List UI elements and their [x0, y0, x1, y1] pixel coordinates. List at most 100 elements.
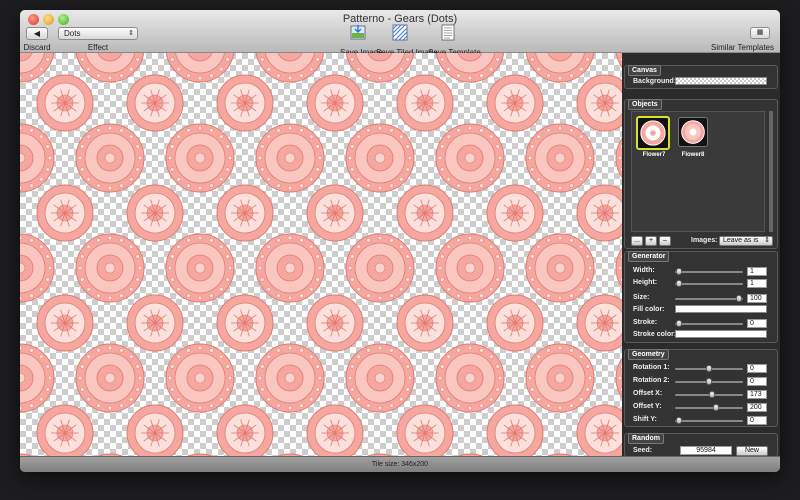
gear-motif	[345, 343, 415, 413]
gear-detail	[446, 396, 452, 402]
gear-detail	[536, 176, 542, 182]
stroke-color-well[interactable]	[675, 330, 767, 338]
gear-detail	[440, 57, 445, 62]
gear-detail	[287, 185, 293, 191]
offset-x-field[interactable]: 173	[747, 390, 767, 399]
gear-detail	[176, 134, 182, 140]
width-field[interactable]: 1	[747, 267, 767, 276]
more-button[interactable]: ...	[631, 236, 643, 246]
offset-x-slider[interactable]	[675, 391, 743, 398]
gear-detail	[585, 167, 590, 172]
gear-detail	[315, 277, 320, 282]
gear-detail	[479, 73, 484, 78]
gear-detail	[77, 155, 83, 161]
height-field[interactable]: 1	[747, 279, 767, 288]
gear-detail	[398, 354, 404, 360]
gear-detail	[176, 244, 182, 250]
gear-detail	[128, 244, 134, 250]
slider-knob[interactable]	[706, 365, 712, 372]
slider-knob[interactable]	[676, 268, 683, 275]
gear-detail	[308, 396, 314, 402]
discard-button[interactable]: ◀	[26, 27, 48, 40]
objects-scrollbar[interactable]	[769, 111, 773, 232]
gear-detail	[45, 144, 50, 149]
fill-color-well[interactable]	[675, 305, 767, 313]
gear-detail	[308, 244, 314, 250]
gear-detail	[209, 293, 214, 298]
slider-knob[interactable]	[676, 320, 683, 327]
gear-detail	[176, 286, 182, 292]
gear-detail	[287, 75, 293, 81]
offset-y-slider[interactable]	[675, 404, 743, 411]
remove-object-button[interactable]: –	[659, 236, 671, 246]
gear-detail	[536, 134, 542, 140]
new-seed-button[interactable]: New	[736, 446, 768, 456]
gear-detail	[456, 293, 461, 298]
size-field[interactable]: 100	[747, 294, 767, 303]
gear-detail	[170, 277, 175, 282]
gear-motif	[576, 404, 622, 456]
offset-y-field[interactable]: 200	[747, 403, 767, 412]
gear-detail	[266, 396, 272, 402]
gear-detail	[546, 183, 551, 188]
pattern-canvas[interactable]	[20, 53, 622, 456]
stroke-field[interactable]: 0	[747, 319, 767, 328]
height-label: Height:	[633, 279, 658, 286]
shift-y-slider[interactable]	[675, 417, 743, 424]
canvas-section: Canvas Background:	[624, 65, 778, 89]
gear-detail	[578, 354, 584, 360]
gear-detail	[377, 235, 383, 241]
slider-knob[interactable]	[676, 417, 683, 424]
object-thumb-flower8[interactable]	[678, 117, 708, 147]
similar-templates-button[interactable]: ▦	[750, 27, 770, 39]
gear-detail	[96, 128, 101, 133]
rotation1-field[interactable]: 0	[747, 364, 767, 373]
gear-detail	[38, 244, 44, 250]
generator-section: Generator Width: 1 Height: 1 Size: 100 F…	[624, 251, 778, 343]
gear-detail	[546, 238, 551, 243]
slider-knob[interactable]	[735, 295, 742, 302]
shift-y-field[interactable]: 0	[747, 416, 767, 425]
gear-detail	[366, 293, 371, 298]
height-slider[interactable]	[675, 280, 743, 287]
gear-detail	[266, 354, 272, 360]
width-slider[interactable]	[675, 268, 743, 275]
gear-detail	[186, 238, 191, 243]
stroke-slider[interactable]	[675, 320, 743, 327]
slider-knob[interactable]	[706, 378, 712, 385]
effect-select[interactable]: Dots ⇕	[58, 27, 138, 40]
rotation1-slider[interactable]	[675, 365, 743, 372]
images-select[interactable]: Leave as is ⇕	[719, 236, 773, 246]
slider-knob[interactable]	[709, 391, 716, 398]
add-object-button[interactable]: +	[645, 236, 657, 246]
gear-detail	[405, 387, 410, 392]
gear-detail	[557, 125, 563, 131]
gear-detail	[536, 396, 542, 402]
gear-detail	[170, 254, 175, 259]
gear-detail	[186, 73, 191, 78]
gear-detail	[38, 134, 44, 140]
gear-detail	[497, 155, 503, 161]
gear-detail	[536, 354, 542, 360]
seed-field[interactable]: 95984	[680, 446, 732, 455]
object-thumb-flower7[interactable]	[636, 116, 670, 150]
gear-detail	[96, 183, 101, 188]
gear-detail	[536, 66, 542, 72]
slider-knob[interactable]	[676, 280, 683, 287]
gear-detail	[527, 265, 533, 271]
gear-detail	[315, 167, 320, 172]
size-slider[interactable]	[675, 295, 743, 302]
rotation2-field[interactable]: 0	[747, 377, 767, 386]
gear-detail	[20, 405, 23, 411]
gear-detail	[377, 405, 383, 411]
gear-detail	[479, 128, 484, 133]
gear-detail	[260, 277, 265, 282]
slider-knob[interactable]	[713, 404, 720, 411]
gear-detail	[495, 387, 500, 392]
gear-motif	[435, 123, 505, 193]
background-color-well[interactable]	[675, 77, 767, 85]
gear-detail	[38, 354, 44, 360]
rotation2-slider[interactable]	[675, 378, 743, 385]
geometry-section: Geometry Rotation 1: 0 Rotation 2: 0 Off…	[624, 349, 778, 427]
gear-detail	[446, 286, 452, 292]
